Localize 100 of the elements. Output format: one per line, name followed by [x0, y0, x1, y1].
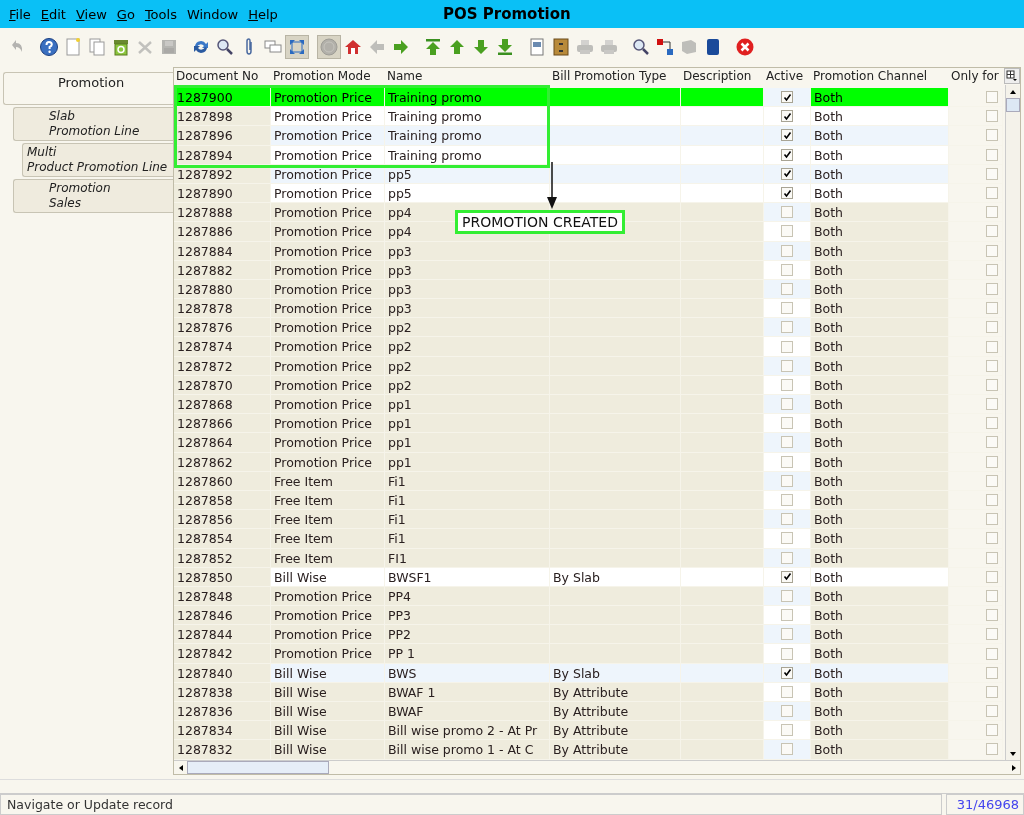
checkbox[interactable]: [781, 110, 793, 123]
checkbox[interactable]: [986, 551, 998, 564]
checkbox[interactable]: [986, 91, 998, 104]
checkbox[interactable]: [986, 110, 998, 123]
checkbox[interactable]: [781, 167, 793, 180]
checkbox[interactable]: [986, 666, 998, 679]
checkbox[interactable]: [986, 129, 998, 142]
checkbox[interactable]: [986, 302, 998, 315]
tab[interactable]: Promotion Sales: [13, 179, 173, 213]
table-cell: Promotion Price: [271, 222, 385, 242]
checkbox[interactable]: [986, 647, 998, 660]
menu-item[interactable]: Tools: [139, 4, 182, 24]
checkbox[interactable]: [781, 666, 793, 679]
menu-item[interactable]: Go: [111, 4, 140, 24]
checkbox[interactable]: [781, 340, 793, 353]
checkbox[interactable]: [986, 225, 998, 238]
checkbox[interactable]: [781, 378, 793, 391]
checkbox[interactable]: [986, 321, 998, 334]
checkbox[interactable]: [781, 685, 793, 698]
checkbox[interactable]: [986, 589, 998, 602]
column-chooser-icon[interactable]: [1004, 68, 1020, 84]
checkbox[interactable]: [781, 705, 793, 718]
checkbox[interactable]: [781, 494, 793, 507]
checkbox[interactable]: [781, 302, 793, 315]
checkbox[interactable]: [781, 359, 793, 372]
checkbox[interactable]: [986, 244, 998, 257]
checkbox[interactable]: [986, 417, 998, 430]
checkbox[interactable]: [986, 167, 998, 180]
checkbox[interactable]: [986, 628, 998, 641]
checkbox[interactable]: [781, 532, 793, 545]
column-header[interactable]: Name: [385, 68, 550, 85]
vertical-scrollbar[interactable]: [1005, 85, 1020, 760]
checkbox[interactable]: [781, 647, 793, 660]
tab[interactable]: Multi Product Promotion Line: [22, 143, 173, 177]
tab[interactable]: Slab Promotion Line: [13, 107, 173, 141]
checkbox[interactable]: [781, 282, 793, 295]
checkbox[interactable]: [986, 206, 998, 219]
checkbox[interactable]: [986, 532, 998, 545]
checkbox[interactable]: [986, 474, 998, 487]
menu-item[interactable]: Edit: [35, 4, 71, 24]
checkbox[interactable]: [781, 263, 793, 276]
help-icon[interactable]: [38, 35, 60, 58]
checkbox[interactable]: [781, 628, 793, 641]
menu-item[interactable]: File: [4, 4, 36, 24]
checkbox[interactable]: [986, 263, 998, 276]
checkbox[interactable]: [986, 743, 998, 756]
table-cell: 1287836: [174, 702, 271, 722]
checkbox[interactable]: [986, 724, 998, 737]
horizontal-scrollbar[interactable]: [174, 760, 1020, 774]
checkbox[interactable]: [781, 589, 793, 602]
checkbox[interactable]: [986, 148, 998, 161]
checkbox[interactable]: [781, 743, 793, 756]
checkbox[interactable]: [781, 206, 793, 219]
column-header[interactable]: Promotion Mode: [271, 68, 385, 85]
column-header[interactable]: Document No: [174, 68, 271, 85]
checkbox[interactable]: [986, 282, 998, 295]
checkbox[interactable]: [781, 570, 793, 583]
checkbox[interactable]: [781, 436, 793, 449]
checkbox[interactable]: [781, 724, 793, 737]
column-header[interactable]: Only for: [949, 68, 1003, 85]
archive-icon[interactable]: [550, 35, 572, 58]
table-cell: PP3: [385, 606, 550, 626]
checkbox[interactable]: [781, 455, 793, 468]
checkbox[interactable]: [781, 417, 793, 430]
checkbox[interactable]: [781, 225, 793, 238]
tab[interactable]: Promotion: [3, 72, 173, 105]
checkbox[interactable]: [986, 609, 998, 622]
column-header[interactable]: Bill Promotion Type: [550, 68, 681, 85]
checkbox[interactable]: [781, 321, 793, 334]
checkbox[interactable]: [781, 609, 793, 622]
checkbox[interactable]: [986, 570, 998, 583]
checkbox[interactable]: [986, 436, 998, 449]
menu-item[interactable]: View: [70, 4, 112, 24]
checkbox[interactable]: [781, 187, 793, 200]
copy-icon[interactable]: [86, 35, 108, 58]
checkbox[interactable]: [986, 398, 998, 411]
checkbox[interactable]: [781, 91, 793, 104]
menu-item[interactable]: Help: [243, 4, 283, 24]
checkbox[interactable]: [986, 378, 998, 391]
checkbox[interactable]: [986, 705, 998, 718]
menu-item[interactable]: Window: [181, 4, 244, 24]
checkbox[interactable]: [986, 513, 998, 526]
checkbox[interactable]: [781, 513, 793, 526]
fullscreen-icon[interactable]: [286, 35, 308, 58]
checkbox[interactable]: [781, 398, 793, 411]
checkbox[interactable]: [781, 551, 793, 564]
table-cell: Both: [811, 740, 949, 760]
checkbox[interactable]: [986, 494, 998, 507]
checkbox[interactable]: [781, 129, 793, 142]
checkbox[interactable]: [986, 685, 998, 698]
column-header[interactable]: Active: [764, 68, 811, 85]
checkbox[interactable]: [781, 148, 793, 161]
column-header[interactable]: Description: [681, 68, 764, 85]
checkbox[interactable]: [781, 474, 793, 487]
checkbox[interactable]: [986, 187, 998, 200]
checkbox[interactable]: [986, 340, 998, 353]
checkbox[interactable]: [986, 455, 998, 468]
column-header[interactable]: Promotion Channel: [811, 68, 949, 85]
checkbox[interactable]: [781, 244, 793, 257]
checkbox[interactable]: [986, 359, 998, 372]
